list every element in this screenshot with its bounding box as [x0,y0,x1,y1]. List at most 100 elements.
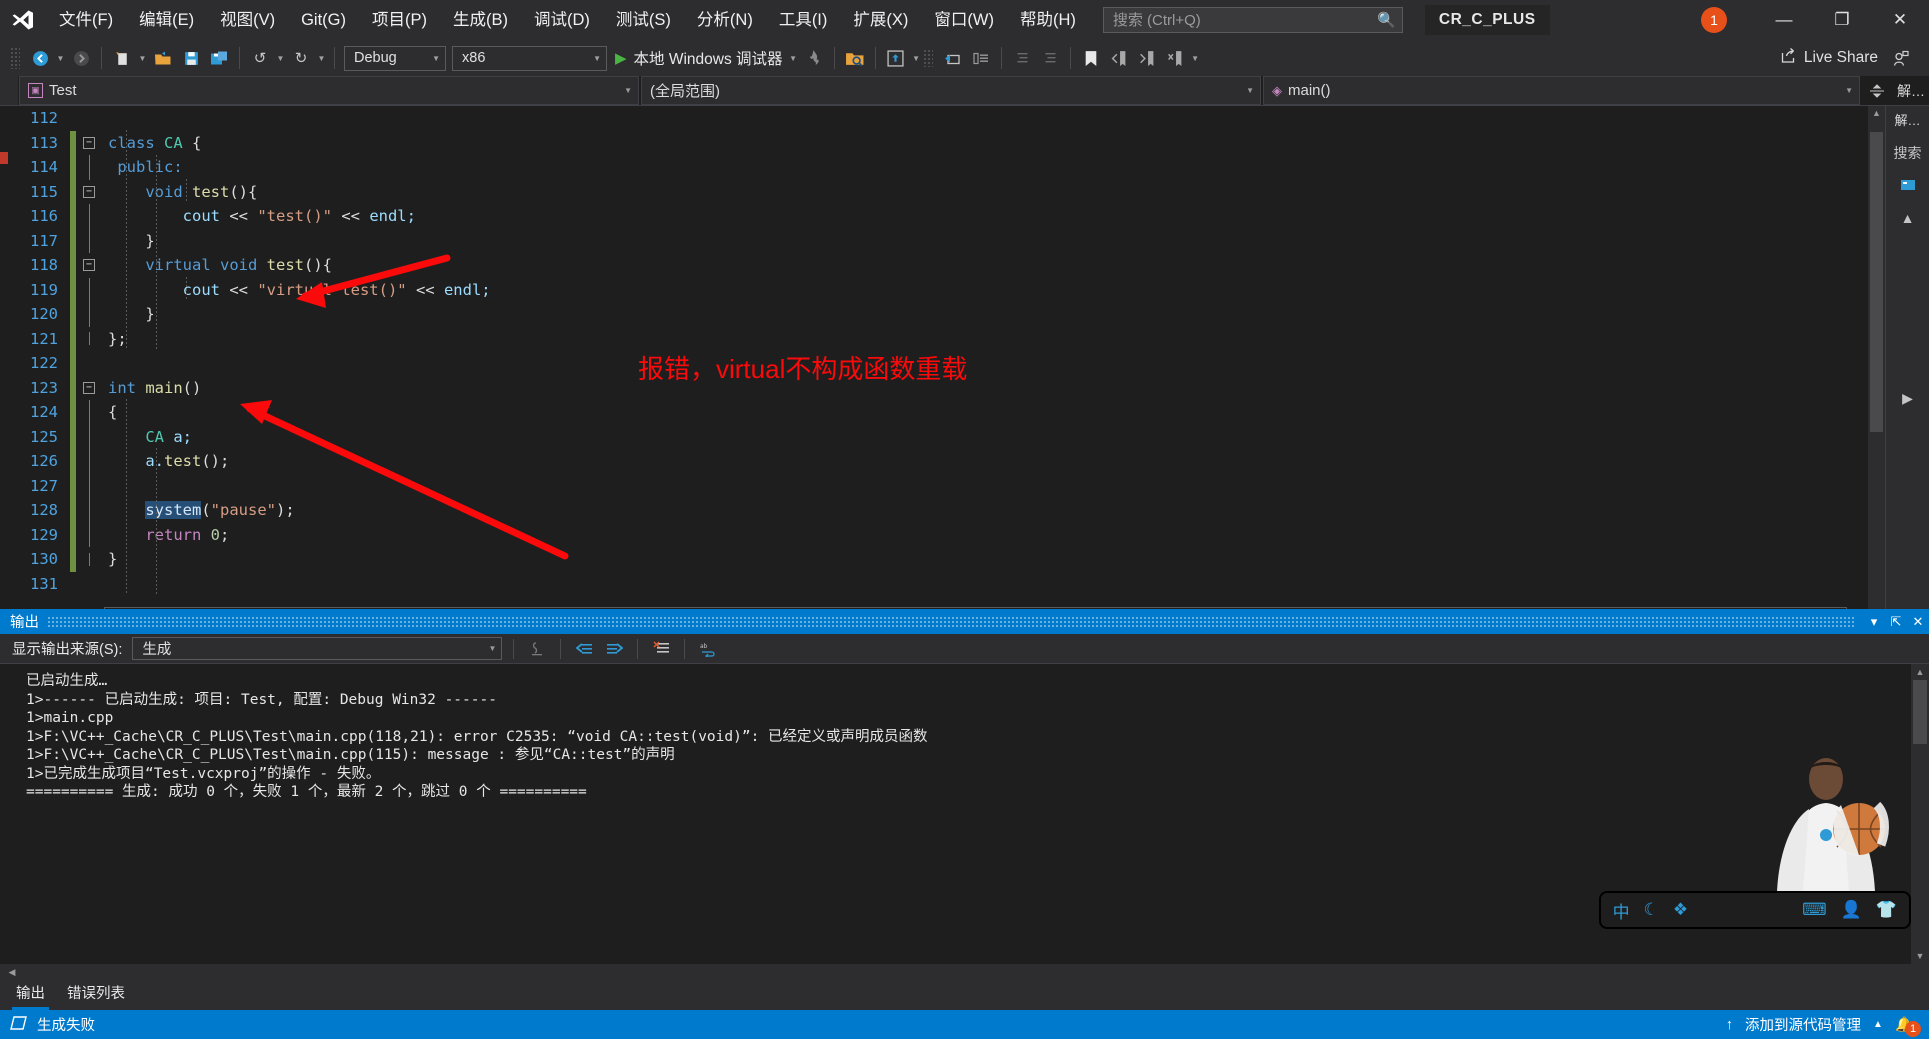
menu-item-1[interactable]: 文件(F) [46,0,126,40]
error-marker[interactable] [0,152,8,164]
menu-item-5[interactable]: 项目(P) [359,0,440,40]
code-line[interactable]: 123 − int main() [8,375,1867,400]
solution-explorer-tab[interactable]: 解… [1894,110,1920,129]
go-to-previous-icon[interactable] [572,637,596,661]
menu-item-8[interactable]: 测试(S) [603,0,684,40]
caret-up-icon[interactable]: ▲ [1873,1019,1883,1030]
navigate-forward-icon[interactable] [68,45,94,71]
overflow-chevron-icon[interactable]: ▼ [1189,45,1202,71]
code-line[interactable]: 114 public: [8,155,1867,180]
code-line[interactable]: 118 − virtual void test(){ [8,253,1867,278]
collapse-region-icon[interactable]: − [76,259,102,272]
find-message-icon[interactable] [525,637,549,661]
scroll-up-arrow-icon[interactable]: ▲ [1868,106,1885,120]
toolbar-grip[interactable] [10,47,20,69]
notification-bell[interactable]: 🔔 1 [1895,1016,1921,1037]
previous-bookmark-icon[interactable] [1106,45,1132,71]
navigate-back-icon[interactable] [27,45,53,71]
undo-icon[interactable]: ↺ [247,45,273,71]
collapse-tab-icon[interactable]: ▶ [1902,390,1913,407]
panel-drag-dots[interactable] [47,615,1855,628]
menu-item-4[interactable]: Git(G) [288,0,359,40]
code-line[interactable]: 122 [8,351,1867,376]
scope-selector-combo[interactable]: (全局范围) ▼ [641,76,1261,105]
scroll-left-arrow-icon[interactable]: ◀ [4,964,20,981]
code-line[interactable]: 121}; [8,326,1867,351]
close-button[interactable]: ✕ [1871,0,1929,40]
arrow-up-icon[interactable]: ↑ [1726,1017,1733,1033]
live-share-button[interactable]: Live Share [1780,47,1878,69]
code-line[interactable]: 116 cout << "test()" << endl; [8,204,1867,229]
properties-icon[interactable] [940,45,966,71]
notification-badge[interactable]: 1 [1701,7,1727,33]
new-file-dropdown-icon[interactable]: ▼ [136,45,149,71]
menu-item-13[interactable]: 帮助(H) [1007,0,1089,40]
search-icon[interactable]: 🔍 [1377,11,1396,29]
collapse-region-icon[interactable]: − [76,381,102,394]
scroll-up-arrow-icon[interactable]: ▲ [1911,664,1929,680]
code-line[interactable]: 131 [8,572,1867,597]
scrollbar-thumb[interactable] [1870,132,1883,432]
editor-vertical-scrollbar[interactable]: ▲ [1867,106,1885,609]
toolbox-icon[interactable] [968,45,994,71]
increase-indent-icon[interactable] [1037,45,1063,71]
new-file-icon[interactable] [109,45,135,71]
open-file-icon[interactable] [150,45,176,71]
aim-icon[interactable]: 中 [1613,898,1630,923]
redo-icon[interactable]: ↻ [288,45,314,71]
code-line[interactable]: 125 CA a; [8,424,1867,449]
moon-icon[interactable]: ☾ [1644,900,1659,920]
minimize-button[interactable]: — [1755,0,1813,40]
scrollbar-thumb[interactable] [1913,680,1927,744]
output-text-area[interactable]: 已启动生成… 1>------ 已启动生成: 项目: Test, 配置: Debu… [0,664,1929,964]
code-line[interactable]: 129 return 0; [8,522,1867,547]
menu-item-3[interactable]: 视图(V) [207,0,288,40]
search-folder-icon[interactable] [842,45,868,71]
shirt-icon[interactable]: 👕 [1876,900,1897,920]
next-bookmark-icon[interactable] [1134,45,1160,71]
solution-name-chip[interactable]: CR_C_PLUS [1424,5,1550,35]
editor-right-label[interactable]: 解… [1893,76,1929,105]
keyboard-icon[interactable]: ⌨ [1802,900,1827,920]
tool-tab-2[interactable]: 错误列表 [63,979,129,1010]
menu-item-6[interactable]: 生成(B) [440,0,521,40]
bookmark-icon[interactable] [1078,45,1104,71]
configuration-combo[interactable]: Debug ▼ [344,45,446,71]
floating-ime-toolbar[interactable]: 中 ☾ ❖ ⌨ 👤 👕 [1598,891,1911,929]
menu-item-7[interactable]: 调试(D) [521,0,603,40]
chevron-down-icon[interactable]: ▾ [1863,614,1885,630]
quick-search-box[interactable]: 🔍 [1102,7,1403,33]
code-line[interactable]: 113 − class CA { [8,130,1867,155]
person-icon[interactable]: 👤 [1841,900,1862,920]
scroll-down-arrow-icon[interactable]: ▼ [1911,948,1929,964]
pin-icon[interactable]: ⇱ [1885,614,1907,630]
code-line[interactable]: 112 [8,106,1867,131]
search-input[interactable] [1112,11,1378,29]
clear-bookmark-icon[interactable] [1162,45,1188,71]
tool-tab-1[interactable]: 输出 [12,979,49,1010]
code-line[interactable]: 128 system("pause"); [8,498,1867,523]
source-control-label[interactable]: 添加到源代码管理 [1745,1014,1861,1035]
account-icon[interactable] [1888,45,1914,71]
solution-explorer-dropdown-icon[interactable]: ▼ [910,45,923,71]
close-icon[interactable]: ✕ [1907,614,1929,630]
output-vertical-scrollbar[interactable]: ▲ ▼ [1911,664,1929,964]
code-line[interactable]: 127 [8,473,1867,498]
undo-dropdown-icon[interactable]: ▼ [274,45,287,71]
collapse-region-icon[interactable]: − [76,185,102,198]
go-to-next-icon[interactable] [602,637,626,661]
code-line[interactable]: 120 } [8,302,1867,327]
member-selector-combo[interactable]: ◈ main() ▼ [1263,76,1860,105]
start-debugging-dropdown-icon[interactable]: ▼ [787,45,800,71]
toggle-word-wrap-icon[interactable]: ab [696,637,720,661]
code-line[interactable]: 130} [8,547,1867,572]
maximize-button[interactable]: ❐ [1813,0,1871,40]
split-editor-icon[interactable] [1861,76,1893,105]
menu-item-11[interactable]: 扩展(X) [840,0,921,40]
menu-item-9[interactable]: 分析(N) [684,0,766,40]
solution-explorer-icon[interactable] [883,45,909,71]
code-line[interactable]: 126 a.test(); [8,449,1867,474]
collapse-region-icon[interactable]: − [76,136,102,149]
menu-item-10[interactable]: 工具(I) [766,0,841,40]
properties-tab-icon[interactable] [1899,177,1917,196]
